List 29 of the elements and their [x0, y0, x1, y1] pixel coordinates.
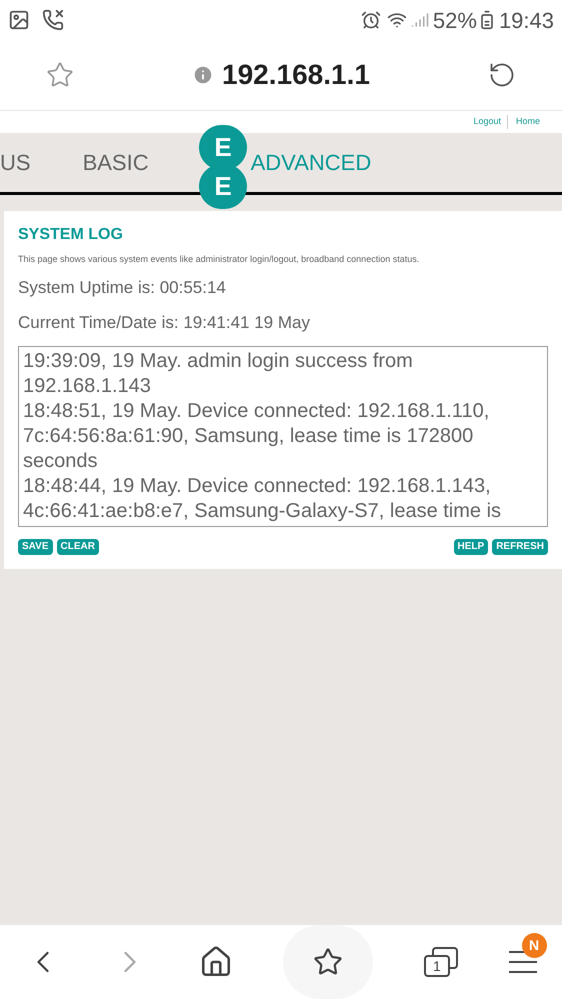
nav-tab[interactable]: ADVANCED: [250, 146, 372, 179]
info-icon[interactable]: [192, 64, 214, 86]
log-textarea[interactable]: [18, 346, 548, 526]
nav-tab[interactable]: US: [0, 146, 31, 179]
star-icon: [313, 947, 344, 977]
action-button[interactable]: SAVE: [18, 538, 52, 554]
action-button[interactable]: CLEAR: [56, 538, 99, 554]
current-time-text: Current Time/Date is: 19:41:41 19 May: [18, 312, 311, 334]
log-entry: 18:48:44, 19 May. Device connected: 192.168.1.143, 4c:66:41:ae:b8:e7, Samsung-Galaxy-S7, lease time is: [23, 474, 502, 524]
panel-description: This page shows various system events like administrator login/logout, broadband connection status.: [18, 253, 420, 266]
alarm-icon: [360, 10, 381, 30]
battery-percent: 52%: [432, 6, 477, 34]
image-icon: [8, 9, 30, 31]
reload-icon[interactable]: [488, 61, 516, 89]
log-entry: 18:48:51, 19 May. Device connected: 192.168.1.110, 7c:64:56:8a:61:90, Samsung, lease time is 172800 seconds: [23, 398, 490, 474]
top-link[interactable]: Logout: [473, 115, 501, 129]
uptime-text: System Uptime is: 00:55:14: [18, 276, 227, 298]
action-button[interactable]: REFRESH: [492, 538, 548, 554]
signal-icon: [410, 11, 429, 29]
action-button[interactable]: HELP: [454, 538, 488, 554]
nav-tab[interactable]: BASIC: [82, 146, 149, 179]
panel-title: SYSTEM LOG: [18, 225, 124, 245]
top-link[interactable]: Home: [506, 115, 540, 129]
log-entry: 19:39:09, 19 May. admin login success from 192.168.1.143: [23, 348, 414, 398]
url-text[interactable]: 192.168.1.1: [222, 54, 370, 96]
clock: 19:43: [498, 6, 554, 34]
bookmark-star-icon[interactable]: [46, 61, 74, 89]
missed-call-icon: [42, 9, 64, 31]
notification-badge: N: [522, 933, 547, 958]
